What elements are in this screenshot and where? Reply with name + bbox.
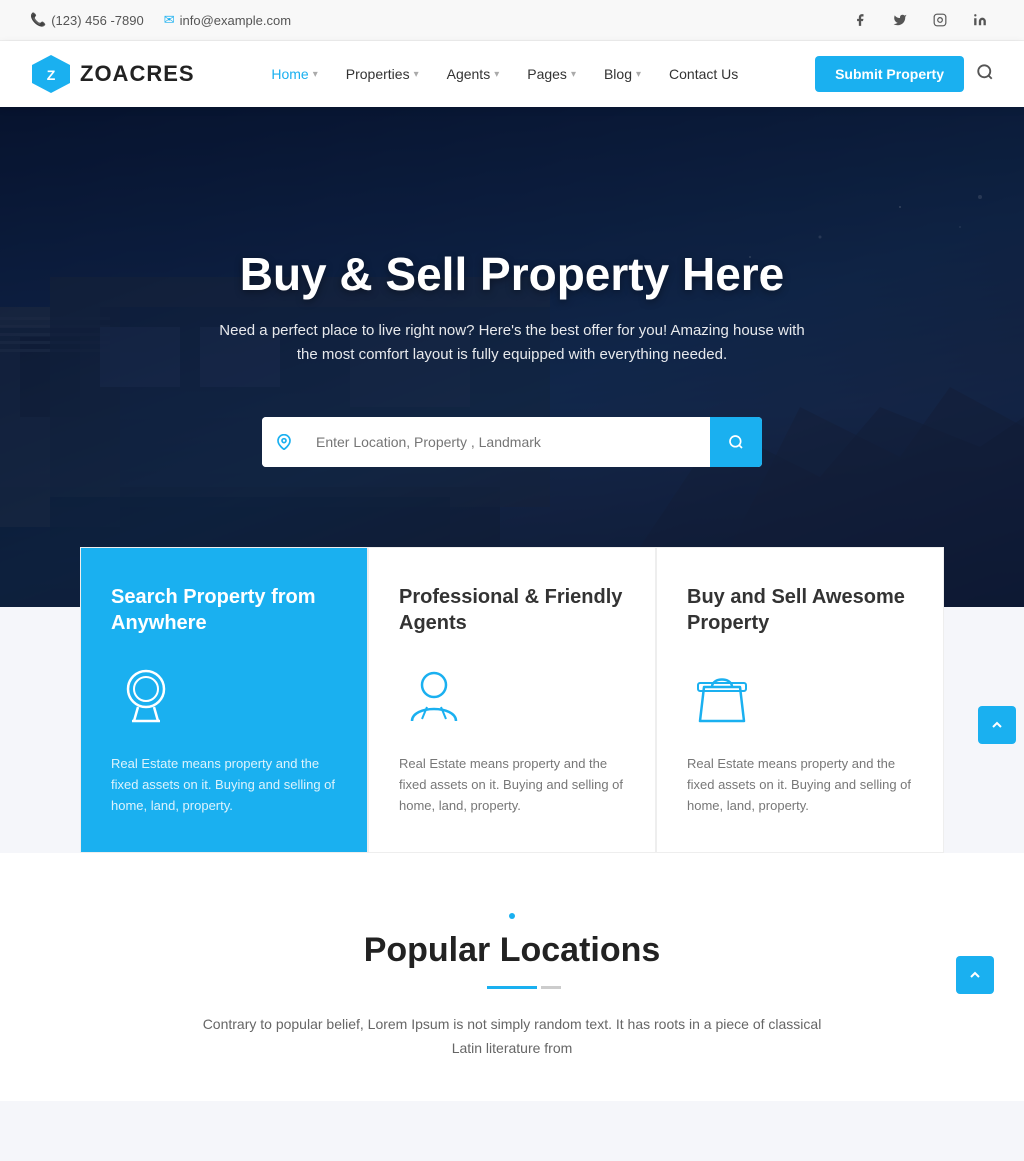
instagram-icon[interactable] [926, 6, 954, 34]
logo-text: ZOACRES [80, 61, 195, 87]
feature-card-buysell: Buy and Sell Awesome Property Real Estat… [656, 547, 944, 853]
email-info: ✉ info@example.com [164, 12, 291, 28]
top-bar-left: 📞 (123) 456 -7890 ✉ info@example.com [30, 12, 291, 28]
phone-number: (123) 456 -7890 [51, 13, 144, 28]
section-underline [487, 986, 537, 989]
feature-title-agents: Professional & Friendly Agents [399, 584, 625, 636]
nav-item-contact[interactable]: Contact Us [657, 58, 750, 90]
hero-search-bar [262, 417, 762, 467]
submit-property-button[interactable]: Submit Property [815, 56, 964, 92]
linkedin-icon[interactable] [966, 6, 994, 34]
home-dropdown-arrow: ▾ [313, 69, 318, 80]
feature-desc-buysell: Real Estate means property and the fixed… [687, 754, 913, 816]
shopping-bag-icon [687, 660, 757, 730]
section-dot [509, 913, 515, 919]
feature-title-search: Search Property from Anywhere [111, 584, 337, 636]
nav-item-home[interactable]: Home ▾ [259, 58, 329, 90]
feature-card-agents: Professional & Friendly Agents Real Esta… [368, 547, 656, 853]
nav-item-properties[interactable]: Properties ▾ [334, 58, 431, 90]
feature-cards: Search Property from Anywhere Real Estat… [80, 547, 944, 853]
hero-content: Buy & Sell Property Here Need a perfect … [172, 247, 852, 367]
social-links [846, 6, 994, 34]
phone-icon: 📞 [30, 12, 46, 28]
nav-item-agents[interactable]: Agents ▾ [435, 58, 512, 90]
feature-desc-agents: Real Estate means property and the fixed… [399, 754, 625, 816]
top-bar: 📞 (123) 456 -7890 ✉ info@example.com [0, 0, 1024, 41]
email-address: info@example.com [180, 13, 291, 28]
popular-locations-title: Popular Locations [80, 931, 944, 970]
location-icon [262, 417, 306, 467]
hero-section: Buy & Sell Property Here Need a perfect … [0, 107, 1024, 607]
scroll-to-top-button[interactable] [978, 706, 1016, 744]
hero-subtitle: Need a perfect place to live right now? … [212, 319, 812, 367]
header: Z ZOACRES Home ▾ Properties ▾ Agents ▾ P… [0, 41, 1024, 107]
popular-locations-desc: Contrary to popular belief, Lorem Ipsum … [202, 1013, 822, 1061]
header-right: Submit Property [815, 56, 994, 92]
logo-icon: Z [30, 53, 72, 95]
scroll-to-top-button-2[interactable] [956, 956, 994, 994]
feature-card-search: Search Property from Anywhere Real Estat… [80, 547, 368, 853]
blog-dropdown-arrow: ▾ [636, 69, 641, 80]
feature-desc-search: Real Estate means property and the fixed… [111, 754, 337, 816]
person-icon [399, 660, 469, 730]
search-toggle-icon[interactable] [976, 63, 994, 86]
search-submit-button[interactable] [710, 417, 762, 467]
email-icon: ✉ [164, 12, 175, 28]
pages-dropdown-arrow: ▾ [571, 69, 576, 80]
nav-item-pages[interactable]: Pages ▾ [515, 58, 588, 90]
facebook-icon[interactable] [846, 6, 874, 34]
twitter-icon[interactable] [886, 6, 914, 34]
nav-item-blog[interactable]: Blog ▾ [592, 58, 653, 90]
logo[interactable]: Z ZOACRES [30, 53, 195, 95]
properties-dropdown-arrow: ▾ [414, 69, 419, 80]
phone-info: 📞 (123) 456 -7890 [30, 12, 144, 28]
property-search-input[interactable] [306, 417, 710, 467]
agents-dropdown-arrow: ▾ [494, 69, 499, 80]
hero-title: Buy & Sell Property Here [212, 247, 812, 301]
main-nav: Home ▾ Properties ▾ Agents ▾ Pages ▾ Blo… [259, 58, 750, 90]
award-icon [111, 660, 181, 730]
svg-text:Z: Z [47, 67, 56, 83]
popular-locations-section: Popular Locations Contrary to popular be… [0, 853, 1024, 1101]
feature-title-buysell: Buy and Sell Awesome Property [687, 584, 913, 636]
